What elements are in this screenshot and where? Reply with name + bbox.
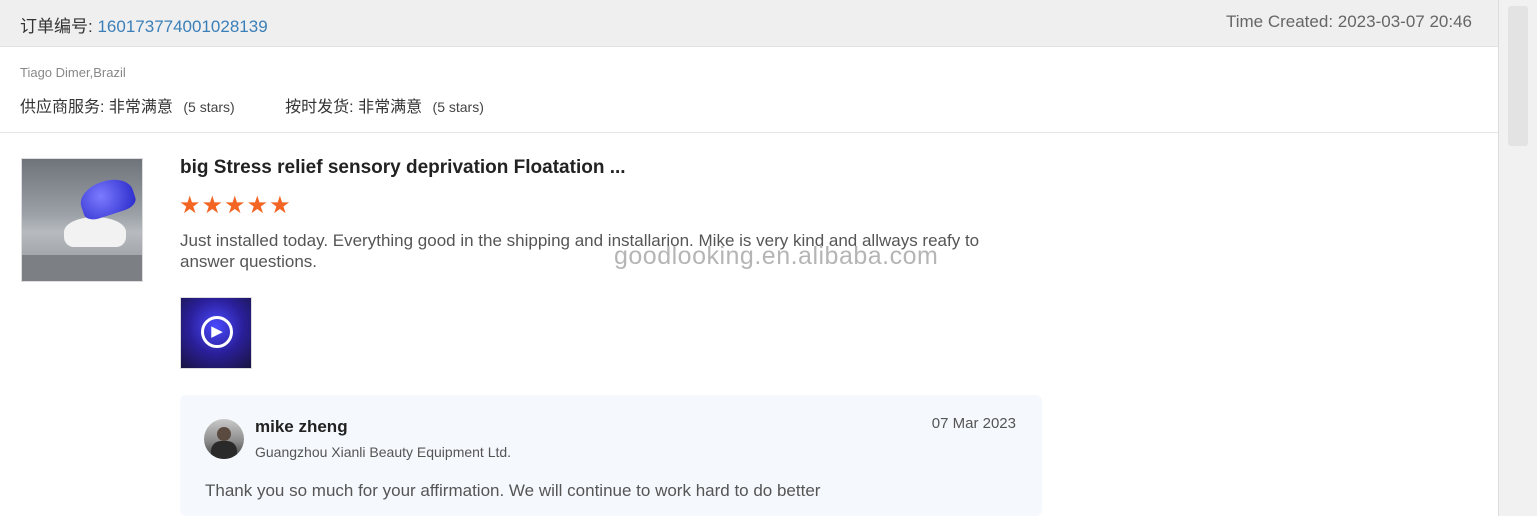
reply-text: Thank you so much for your affirmation. …	[205, 481, 821, 500]
review-panel: 订单编号: 160173774001028139 Time Created: 2…	[0, 0, 1498, 516]
buyer-info: Tiago Dimer,Brazil 供应商服务: 非常满意 (5 stars)…	[0, 47, 1498, 133]
product-title[interactable]: big Stress relief sensory deprivation Fl…	[180, 157, 626, 179]
rating-label: 供应商服务:	[20, 99, 105, 116]
reply-company: Guangzhou Xianli Beauty Equipment Ltd.	[255, 444, 512, 460]
time-created: Time Created: 2023-03-07 20:46	[1225, 12, 1472, 31]
rating-label: 按时发货:	[285, 99, 354, 116]
rating-stars-note: (5 stars)	[183, 99, 235, 115]
scrollbar-thumb[interactable]	[1508, 6, 1528, 146]
order-number-row: 订单编号: 160173774001028139	[20, 12, 268, 37]
rating-stars-note: (5 stars)	[432, 99, 484, 115]
rating-value: 非常满意	[358, 99, 423, 116]
rating-value: 非常满意	[108, 99, 173, 116]
order-header: 订单编号: 160173774001028139 Time Created: 2…	[0, 0, 1498, 47]
avatar	[204, 419, 244, 459]
order-number[interactable]: 160173774001028139	[97, 17, 267, 36]
order-number-label: 订单编号:	[20, 17, 93, 36]
buyer-name-location: Tiago Dimer,Brazil	[20, 65, 126, 80]
supplier-ratings: 供应商服务: 非常满意 (5 stars) 按时发货: 非常满意 (5 star…	[20, 93, 530, 117]
vertical-scrollbar[interactable]	[1498, 0, 1537, 516]
watermark: goodlooking.en.alibaba.com	[614, 242, 939, 270]
star-rating: ★★★★★	[179, 192, 292, 219]
reply-date: 07 Mar 2023	[931, 415, 1016, 432]
product-image[interactable]	[21, 158, 143, 282]
rating-supplier-service: 供应商服务: 非常满意 (5 stars)	[20, 93, 235, 117]
supplier-reply: mike zheng Guangzhou Xianli Beauty Equip…	[180, 395, 1042, 516]
rating-on-time-delivery: 按时发货: 非常满意 (5 stars)	[285, 93, 484, 117]
play-circle-icon[interactable]: ▶	[201, 316, 233, 348]
review-video-thumbnail[interactable]: ▶	[180, 297, 252, 369]
reply-author-name: mike zheng	[255, 417, 348, 436]
